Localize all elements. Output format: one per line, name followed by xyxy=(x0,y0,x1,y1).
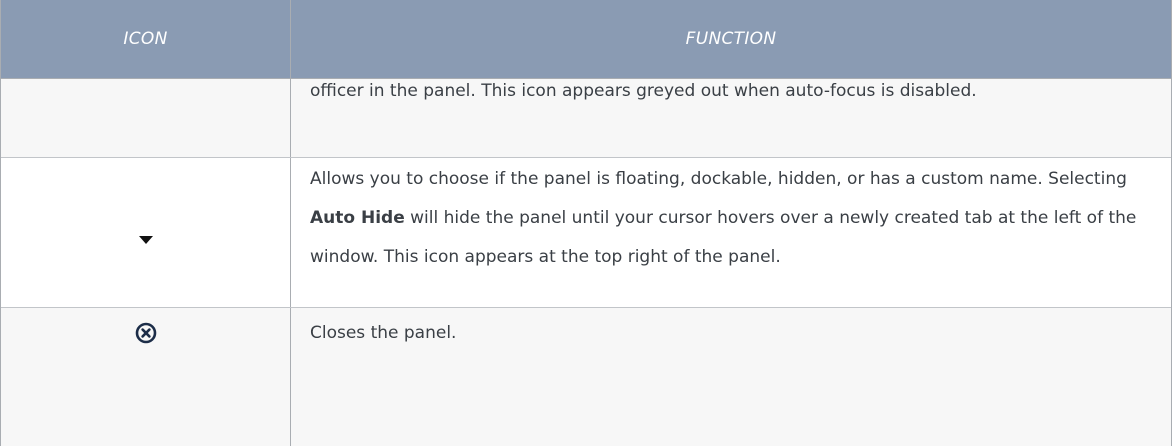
caret-down-icon xyxy=(138,236,153,244)
function-cell: officer in the panel. This icon appears … xyxy=(310,81,977,101)
table-row: Closes the panel. xyxy=(1,308,1171,446)
table-row: Allows you to choose if the panel is flo… xyxy=(1,158,1171,308)
auto-hide-label: Auto Hide xyxy=(310,208,405,228)
function-text-part: will hide the panel until your cursor ho… xyxy=(310,208,1137,267)
table-header-row: ICON FUNCTION xyxy=(1,0,1171,79)
icon-cell xyxy=(1,158,291,307)
function-cell: Closes the panel. xyxy=(310,323,457,343)
icon-cell xyxy=(1,79,291,157)
function-cell: Allows you to choose if the panel is flo… xyxy=(291,158,1171,307)
header-function-column: FUNCTION xyxy=(685,29,777,49)
header-icon-column: ICON xyxy=(1,0,291,78)
function-text-part: Allows you to choose if the panel is flo… xyxy=(310,169,1127,189)
icon-cell xyxy=(1,308,291,446)
table-row: officer in the panel. This icon appears … xyxy=(1,79,1171,158)
icon-function-table: ICON FUNCTION officer in the panel. This… xyxy=(0,0,1172,446)
close-circle-icon xyxy=(135,322,156,344)
